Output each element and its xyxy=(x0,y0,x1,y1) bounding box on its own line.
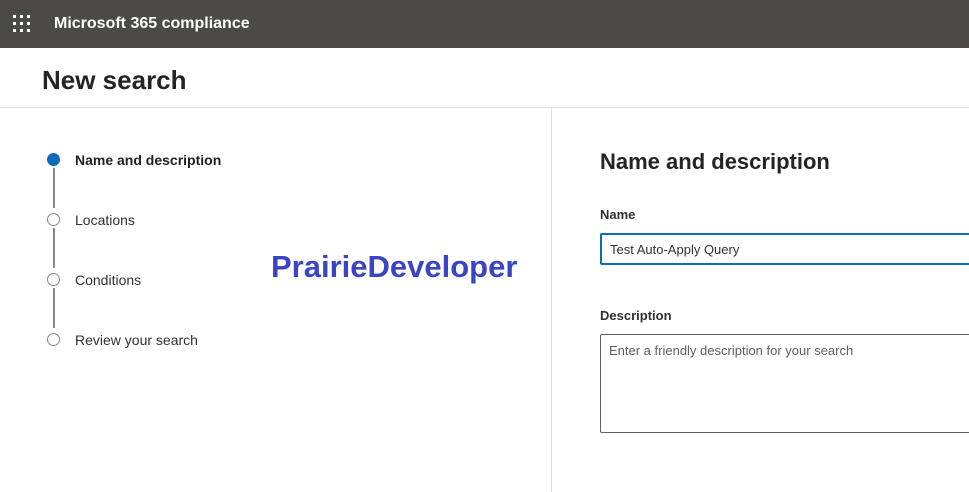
name-field-label: Name xyxy=(600,207,636,222)
wizard-step-label: Locations xyxy=(75,212,135,228)
step-connector xyxy=(53,288,55,328)
step-pending-indicator-icon xyxy=(47,333,60,346)
step-pending-indicator-icon xyxy=(47,273,60,286)
wizard-step-label: Name and description xyxy=(75,152,222,168)
step-connector xyxy=(53,228,55,268)
description-field[interactable] xyxy=(600,334,969,433)
top-navigation-bar: Microsoft 365 compliance xyxy=(0,0,969,48)
app-title[interactable]: Microsoft 365 compliance xyxy=(54,14,250,34)
app-launcher-icon[interactable] xyxy=(13,15,31,33)
section-heading: Name and description xyxy=(600,149,830,174)
step-pending-indicator-icon xyxy=(47,213,60,226)
wizard-step-label: Review your search xyxy=(75,332,198,348)
watermark-text: PrairieDeveloper xyxy=(271,249,518,284)
page-title: New search xyxy=(42,65,187,95)
step-active-indicator-icon xyxy=(47,153,60,166)
wizard-step-label: Conditions xyxy=(75,272,142,288)
description-field-label: Description xyxy=(600,308,672,323)
step-connector xyxy=(53,168,55,208)
panel-divider xyxy=(551,108,552,492)
name-field[interactable] xyxy=(600,233,969,265)
header-divider xyxy=(0,107,969,108)
